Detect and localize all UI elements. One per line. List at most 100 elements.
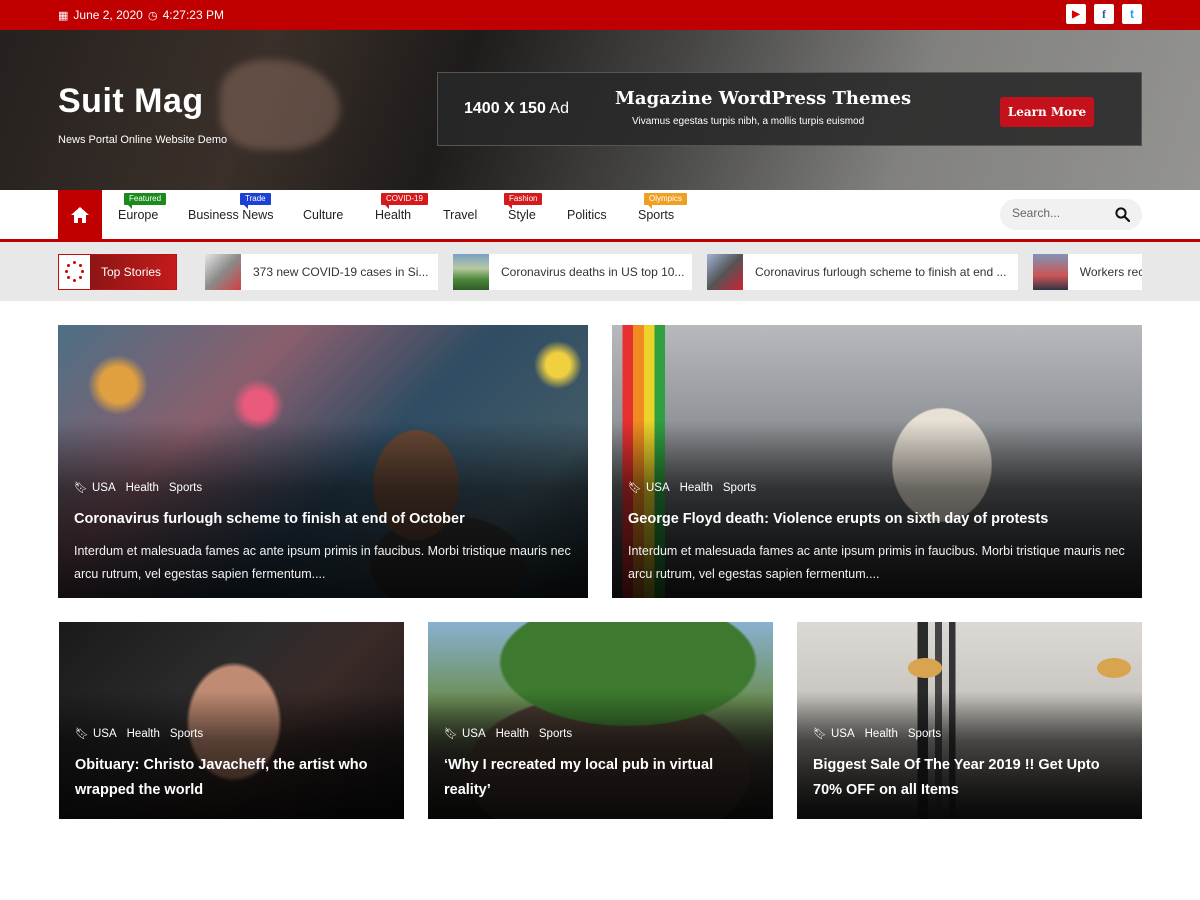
nav-badge-fashion: Fashion xyxy=(504,193,543,209)
youtube-icon[interactable]: ▶ xyxy=(1066,4,1086,24)
category-link[interactable]: Health xyxy=(126,482,159,494)
nav-item-label: Travel xyxy=(443,208,478,222)
nav-item-culture[interactable]: Culture xyxy=(303,208,343,222)
nav-item-label: Sports xyxy=(638,208,675,222)
post-title[interactable]: Obituary: Christo Javacheff, the artist … xyxy=(75,753,388,803)
nav-badge-covid: COVID-19 xyxy=(381,193,428,209)
nav-item-label: Culture xyxy=(303,208,344,222)
home-icon xyxy=(71,206,89,223)
post-title[interactable]: ‘Why I recreated my local pub in virtual… xyxy=(444,753,757,803)
ticker-item[interactable]: Coronavirus furlough scheme to finish at… xyxy=(707,254,1018,290)
category-link[interactable]: USA xyxy=(93,728,117,740)
category-link[interactable]: USA xyxy=(462,728,486,740)
nav-badge-olympics: Olympics xyxy=(644,193,687,209)
ticker-thumbnail xyxy=(205,254,241,290)
top-stories-label: Top Stories xyxy=(58,254,177,290)
date-display: ▦ June 2, 2020 xyxy=(58,8,143,22)
nav-badge-trade: Trade xyxy=(240,193,271,209)
search-icon[interactable] xyxy=(1115,207,1130,222)
post-title[interactable]: Coronavirus furlough scheme to finish at… xyxy=(74,507,572,532)
learn-more-button[interactable]: Learn More xyxy=(1000,97,1094,127)
ticker-thumbnail xyxy=(1033,254,1068,290)
post-excerpt: Interdum et malesuada fames ac ante ipsu… xyxy=(628,544,1125,581)
nav-item-europe[interactable]: Featured Europe xyxy=(118,193,167,222)
nav-item-label: Business News xyxy=(188,208,274,222)
category-link[interactable]: Health xyxy=(496,728,529,740)
ad-banner[interactable]: 1400 X 150 Ad Magazine WordPress Themes … xyxy=(437,72,1142,146)
nav-item-business-news[interactable]: Trade Business News xyxy=(188,193,274,222)
bookmark-icon: 🔖︎ xyxy=(813,727,827,740)
nav-item-sports[interactable]: Olympics Sports xyxy=(638,193,687,222)
featured-post-card[interactable]: 🔖︎ USA Health Sports Coronavirus furloug… xyxy=(58,325,588,598)
ticker-item-text: 373 new COVID-19 cases in Si... xyxy=(253,265,429,279)
post-title[interactable]: George Floyd death: Violence erupts on s… xyxy=(628,507,1126,532)
category-link[interactable]: USA xyxy=(646,482,670,494)
time-text: 4:27:23 PM xyxy=(162,8,224,22)
category-link[interactable]: Sports xyxy=(539,728,572,740)
bookmark-icon: 🔖︎ xyxy=(74,481,88,494)
category-link[interactable]: USA xyxy=(831,728,855,740)
nav-item-label: Politics xyxy=(567,208,607,222)
nav-item-label: Europe xyxy=(118,208,159,222)
nav-item-label: Health xyxy=(375,208,412,222)
ad-subtext: Vivamus egestas turpis nibh, a mollis tu… xyxy=(632,116,865,127)
post-excerpt: Interdum et malesuada fames ac ante ipsu… xyxy=(74,544,571,581)
top-stories-ticker: Top Stories 373 new COVID-19 cases in Si… xyxy=(0,242,1200,301)
twitter-icon[interactable]: t xyxy=(1122,4,1142,24)
ticker-item-text: Coronavirus furlough scheme to finish at… xyxy=(755,265,1007,279)
top-bar: ▦ June 2, 2020 ◷ 4:27:23 PM ▶ f t xyxy=(0,0,1200,30)
category-link[interactable]: Sports xyxy=(908,728,941,740)
category-link[interactable]: Health xyxy=(680,482,713,494)
post-categories: 🔖︎ USA Health Sports xyxy=(628,481,756,494)
nav-badge-featured: Featured xyxy=(124,193,167,209)
bookmark-icon: 🔖︎ xyxy=(444,727,458,740)
nav-item-label: Style xyxy=(508,208,536,222)
ad-size-value: 1400 X 150 xyxy=(464,100,546,117)
search-box xyxy=(1000,199,1142,230)
site-title[interactable]: Suit Mag xyxy=(58,82,204,121)
date-text: June 2, 2020 xyxy=(73,8,143,22)
bookmark-icon: 🔖︎ xyxy=(628,481,642,494)
category-link[interactable]: Health xyxy=(865,728,898,740)
post-categories: 🔖︎ USA Health Sports xyxy=(74,481,202,494)
nav-item-style[interactable]: Fashion Style xyxy=(504,193,543,222)
nav-item-politics[interactable]: Politics xyxy=(567,208,607,222)
ticker-thumbnail xyxy=(453,254,489,290)
ticker-item[interactable]: Workers rec xyxy=(1033,254,1142,290)
ticker-item-text: Coronavirus deaths in US top 10... xyxy=(501,265,685,279)
ticker-item[interactable]: 373 new COVID-19 cases in Si... xyxy=(205,254,438,290)
post-card[interactable]: 🔖︎ USA Health Sports Obituary: Christo J… xyxy=(59,622,404,819)
ticker-item-text: Workers rec xyxy=(1079,265,1142,279)
site-tagline: News Portal Online Website Demo xyxy=(58,134,228,146)
ad-size-label: 1400 X 150 Ad xyxy=(464,100,569,118)
featured-post-card[interactable]: 🔖︎ USA Health Sports George Floyd death:… xyxy=(612,325,1142,598)
ticker-item[interactable]: Coronavirus deaths in US top 10... xyxy=(453,254,692,290)
calendar-icon: ▦ xyxy=(58,8,69,22)
clock-icon: ◷ xyxy=(148,8,158,22)
category-link[interactable]: USA xyxy=(92,482,116,494)
category-link[interactable]: Sports xyxy=(170,728,203,740)
category-link[interactable]: Sports xyxy=(169,482,202,494)
bookmark-icon: 🔖︎ xyxy=(75,727,89,740)
ticker-thumbnail xyxy=(707,254,743,290)
post-card[interactable]: 🔖︎ USA Health Sports ‘Why I recreated my… xyxy=(428,622,773,819)
nav-item-travel[interactable]: Travel xyxy=(443,208,477,222)
category-link[interactable]: Health xyxy=(127,728,160,740)
main-navigation: Featured Europe Trade Business News Cult… xyxy=(0,190,1200,242)
facebook-icon[interactable]: f xyxy=(1094,4,1114,24)
post-categories: 🔖︎ USA Health Sports xyxy=(813,727,941,740)
post-categories: 🔖︎ USA Health Sports xyxy=(444,727,572,740)
ad-size-suffix: Ad xyxy=(545,100,569,117)
post-title[interactable]: Biggest Sale Of The Year 2019 !! Get Upt… xyxy=(813,753,1126,803)
search-input[interactable] xyxy=(1012,206,1112,220)
post-card[interactable]: 🔖︎ USA Health Sports Biggest Sale Of The… xyxy=(797,622,1142,819)
nav-item-health[interactable]: COVID-19 Health xyxy=(375,193,428,222)
site-header: Suit Mag News Portal Online Website Demo… xyxy=(0,30,1200,190)
category-link[interactable]: Sports xyxy=(723,482,756,494)
social-links: ▶ f t xyxy=(1066,4,1142,24)
loading-spinner-icon xyxy=(59,255,90,289)
top-stories-text: Top Stories xyxy=(90,255,176,289)
ad-headline: Magazine WordPress Themes xyxy=(615,88,912,109)
home-button[interactable] xyxy=(58,190,102,239)
time-display: ◷ 4:27:23 PM xyxy=(148,8,224,22)
